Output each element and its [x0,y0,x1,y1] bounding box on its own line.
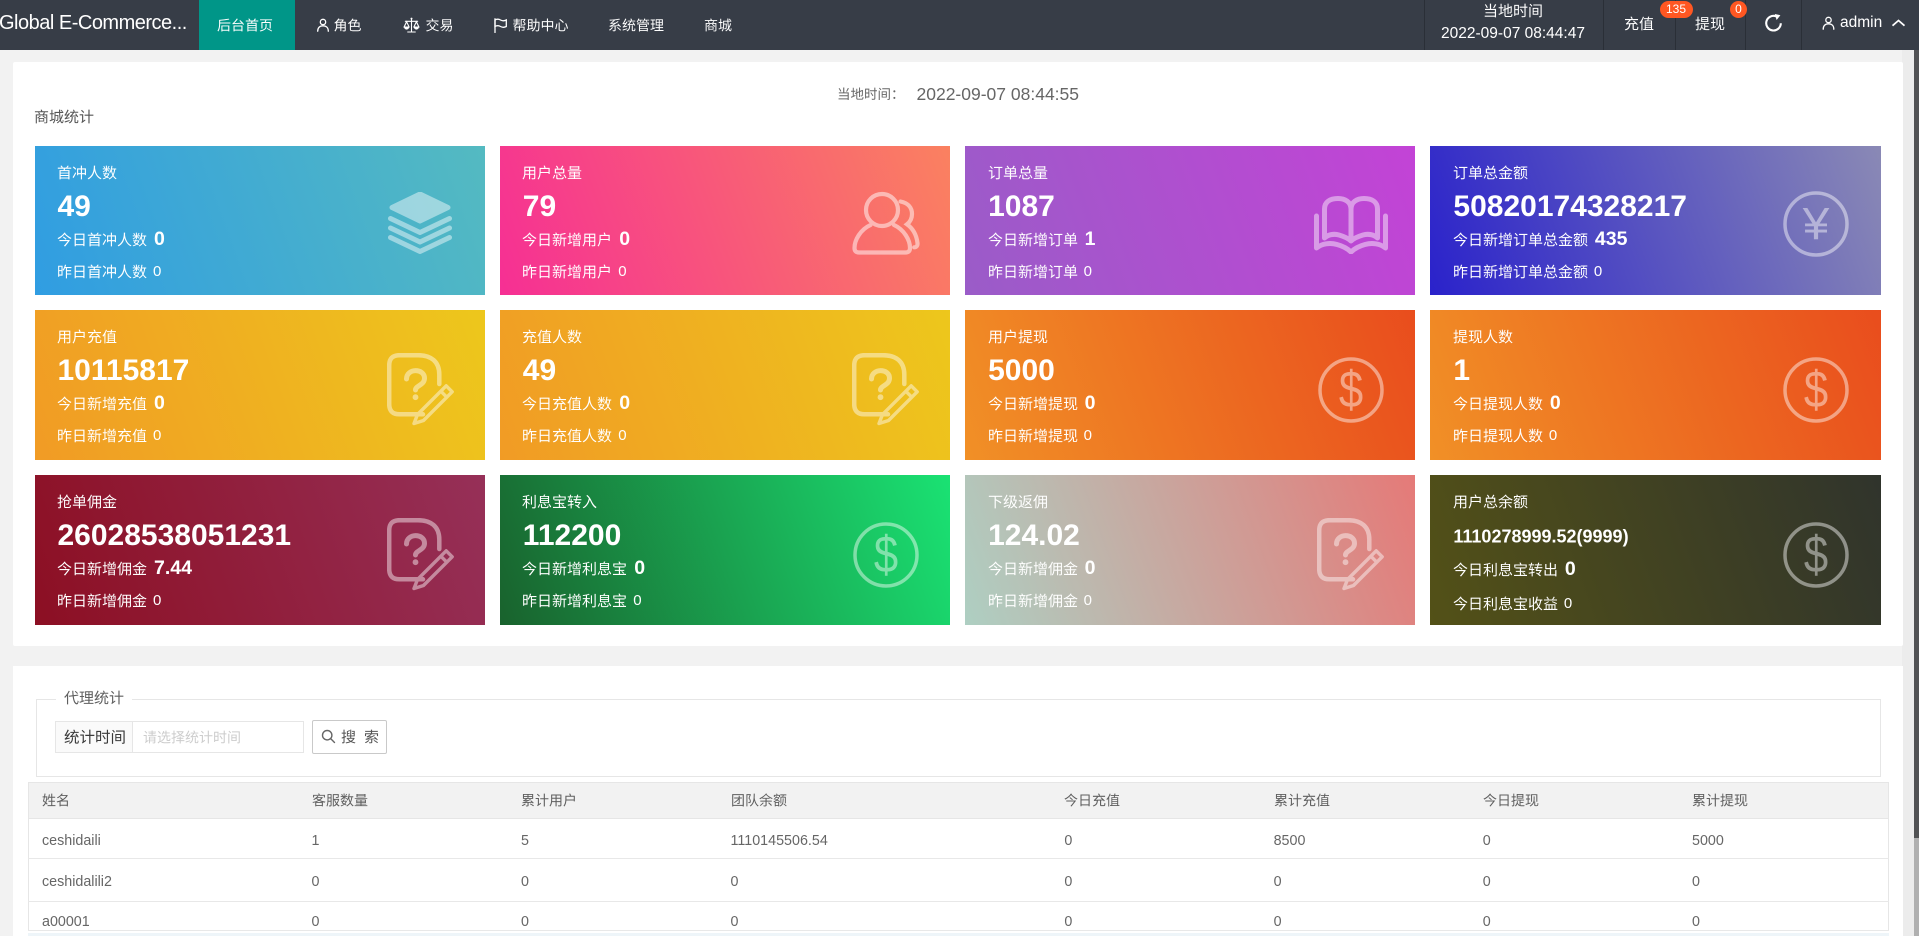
svg-text:¥: ¥ [1802,198,1830,248]
svg-text:$: $ [874,527,898,584]
svg-text:$: $ [1804,362,1828,419]
svg-text:$: $ [1804,527,1828,584]
svg-text:$: $ [1339,362,1363,419]
